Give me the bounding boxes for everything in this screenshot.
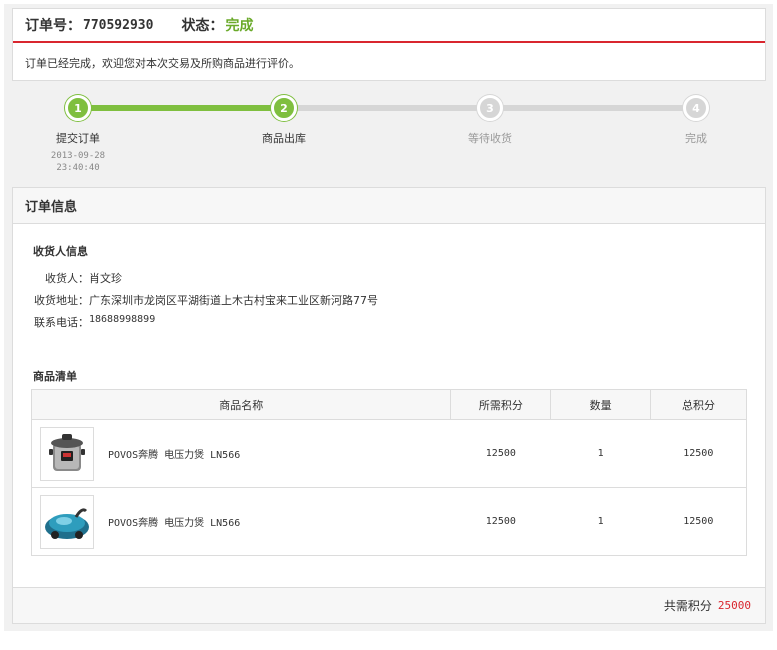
address-label: 收货地址： xyxy=(34,294,89,307)
product-thumbnail[interactable] xyxy=(40,494,94,549)
receiver-row: 收货人： 肖文珍 xyxy=(33,270,122,286)
phone-label: 联系电话： xyxy=(34,316,89,329)
receiver-label: 收货人： xyxy=(45,272,89,285)
order-header: 订单号： 770592930 状态： 完成 订单已经完成，欢迎您对本次交易及所购… xyxy=(12,8,766,81)
address-row: 收货地址： 广东深圳市龙岗区平湖街道上木古村宝来工业区新河路77号 xyxy=(33,292,378,308)
product-points: 12500 xyxy=(450,487,551,556)
goods-section-title: 商品清单 xyxy=(33,370,77,383)
phone-row: 联系电话： 18688998899 xyxy=(33,314,155,330)
product-name[interactable]: POVOS奔腾 电压力煲 LN566 xyxy=(108,446,240,461)
step-date: 2013-09-28 xyxy=(50,151,106,161)
column-header-name: 商品名称 xyxy=(30,389,452,420)
order-title-row: 订单号： 770592930 状态： 完成 xyxy=(13,9,765,43)
order-status-label: 状态： xyxy=(181,18,224,34)
step-label: 提交订单 xyxy=(56,132,100,145)
product-name[interactable]: POVOS奔腾 电压力煲 LN566 xyxy=(108,514,240,529)
progress-step-3: 3 等待收货 xyxy=(430,95,550,146)
order-progress: 1 提交订单 2013-09-28 23:40:40 2 商品出库 3 等待收货… xyxy=(12,90,766,185)
step-time: 23:40:40 xyxy=(56,163,100,173)
goods-header-row: 商品名称 所需积分 数量 总积分 xyxy=(30,389,747,420)
table-row: POVOS奔腾 电压力煲 LN566 12500 1 12500 xyxy=(30,487,747,556)
step-label: 完成 xyxy=(685,132,707,145)
product-total: 12500 xyxy=(650,487,747,556)
product-total: 12500 xyxy=(650,419,747,488)
pressure-cooker-icon xyxy=(49,433,85,471)
progress-step-2: 2 商品出库 xyxy=(224,95,344,146)
progress-step-4: 4 完成 xyxy=(636,95,756,146)
progress-step-1: 1 提交订单 2013-09-28 23:40:40 xyxy=(18,95,138,174)
product-cell: POVOS奔腾 电压力煲 LN566 xyxy=(32,494,451,549)
goods-table: 商品名称 所需积分 数量 总积分 POVOS奔腾 电压力煲 LN566 1250… xyxy=(30,389,747,556)
order-info-panel: 订单信息 收货人信息 收货人： 肖文珍 收货地址： 广东深圳市龙岗区平湖街道上木… xyxy=(12,187,766,624)
receiver-section-title: 收货人信息 xyxy=(33,245,88,258)
order-detail-page: 订单号： 770592930 状态： 完成 订单已经完成，欢迎您对本次交易及所购… xyxy=(4,4,773,631)
order-message: 订单已经完成，欢迎您对本次交易及所购商品进行评价。 xyxy=(25,57,300,70)
receiver-name: 肖文珍 xyxy=(89,272,122,285)
product-points: 12500 xyxy=(450,419,551,488)
product-thumbnail[interactable] xyxy=(40,426,94,481)
total-value: 25000 xyxy=(717,599,751,612)
product-qty: 1 xyxy=(550,419,651,488)
step-number: 2 xyxy=(271,95,297,121)
phone-value: 18688998899 xyxy=(89,314,156,325)
step-number: 4 xyxy=(683,95,709,121)
total-label: 共需积分 xyxy=(663,599,712,613)
step-number: 1 xyxy=(65,95,91,121)
order-number: 770592930 xyxy=(83,17,154,33)
panel-title: 订单信息 xyxy=(13,188,765,224)
order-number-label: 订单号： xyxy=(25,18,81,34)
address-value: 广东深圳市龙岗区平湖街道上木古村宝来工业区新河路77号 xyxy=(89,294,378,307)
step-label: 等待收货 xyxy=(468,132,512,145)
product-qty: 1 xyxy=(550,487,651,556)
product-cell: POVOS奔腾 电压力煲 LN566 xyxy=(32,426,451,481)
step-label: 商品出库 xyxy=(262,132,306,145)
total-footer: 共需积分 25000 xyxy=(13,587,765,623)
table-row: POVOS奔腾 电压力煲 LN566 12500 1 12500 xyxy=(30,419,747,488)
step-number: 3 xyxy=(477,95,503,121)
column-header-total: 总积分 xyxy=(650,389,747,420)
vacuum-cleaner-icon xyxy=(45,507,89,539)
column-header-points: 所需积分 xyxy=(450,389,552,420)
column-header-qty: 数量 xyxy=(550,389,652,420)
order-status: 完成 xyxy=(225,18,254,34)
